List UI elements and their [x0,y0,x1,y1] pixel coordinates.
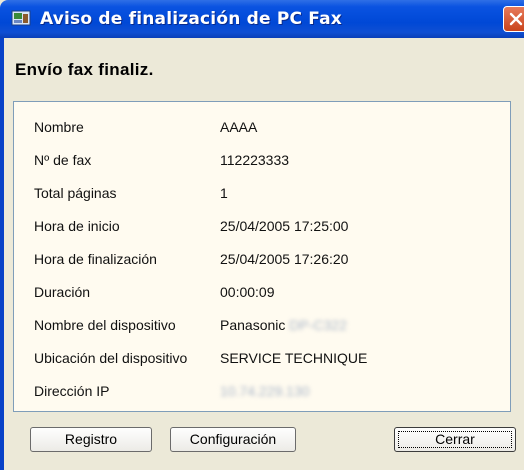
details-panel: Nombre AAAA Nº de fax 112223333 Total pá… [13,101,511,412]
detail-value: 1 [220,185,228,201]
log-button[interactable]: Registro [30,427,152,452]
focus-rectangle [398,431,512,448]
fax-app-icon [11,10,31,26]
detail-label: Nº de fax [34,152,92,168]
detail-value: SERVICE TECHNIQUE [220,350,368,366]
device-brand: Panasonic [220,317,286,333]
detail-label: Hora de finalización [34,251,157,267]
window-frame-left [0,38,4,470]
detail-value: Panasonic DP-C322 [220,317,347,333]
detail-value: 25/04/2005 17:25:00 [220,218,349,234]
status-heading: Envío fax finaliz. [15,60,154,79]
detail-label: Nombre [34,119,84,135]
ip-address-redacted: 10.74.229.130 [220,383,310,399]
window-close-button[interactable] [503,6,524,32]
window-title: Aviso de finalización de PC Fax [40,9,342,29]
device-model-redacted: DP-C322 [289,317,347,333]
detail-label: Hora de inicio [34,218,120,234]
detail-value: 112223333 [220,152,290,168]
detail-label: Nombre del dispositivo [34,317,176,333]
configuration-button[interactable]: Configuración [170,427,296,452]
detail-label: Ubicación del dispositivo [34,350,188,366]
detail-value: AAAA [220,119,258,135]
detail-value: 00:00:09 [220,284,275,300]
close-icon [509,12,523,26]
detail-label: Total páginas [34,185,117,201]
detail-label: Dirección IP [34,383,110,399]
detail-value: 25/04/2005 17:26:20 [220,251,349,267]
fax-completion-dialog: Aviso de finalización de PC Fax Envío fa… [0,0,524,470]
detail-label: Duración [34,284,91,300]
title-bar[interactable]: Aviso de finalización de PC Fax [0,0,524,38]
close-button[interactable]: Cerrar [394,427,516,452]
